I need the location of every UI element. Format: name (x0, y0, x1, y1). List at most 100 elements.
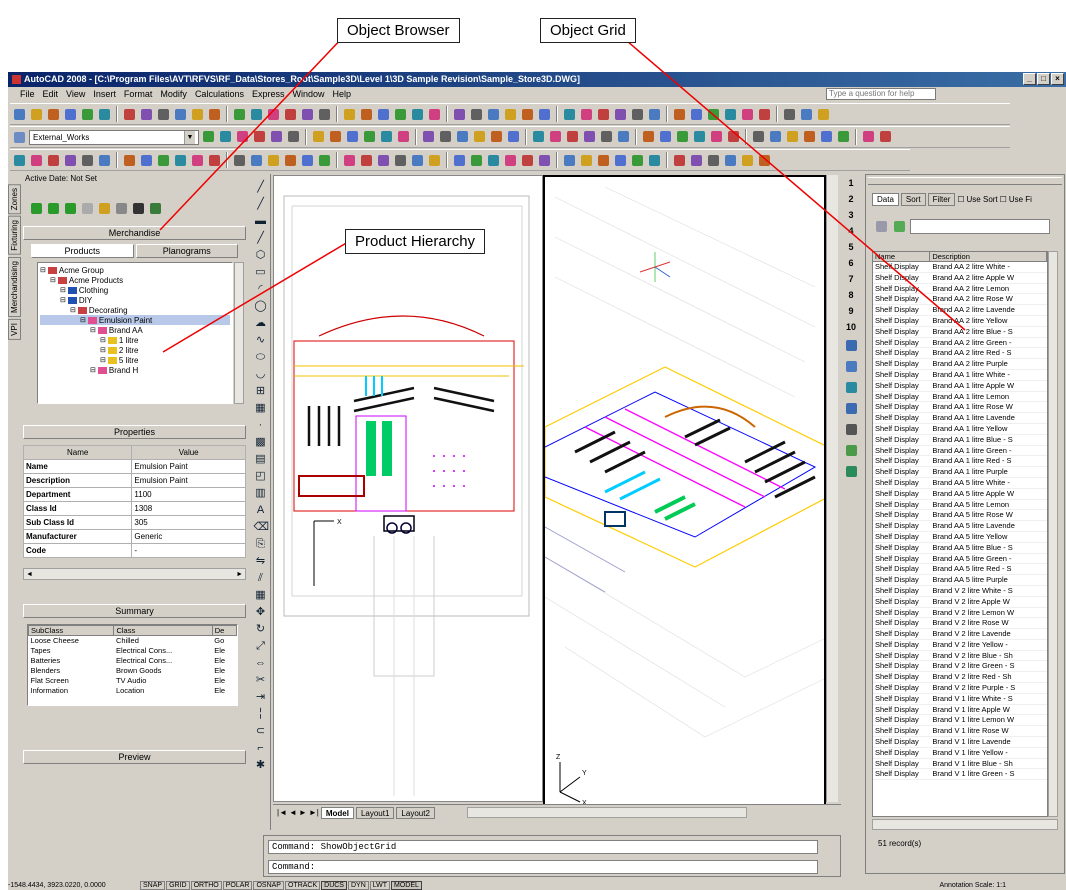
light-icon[interactable] (844, 464, 859, 479)
hatch-icon[interactable]: · (254, 418, 268, 432)
grid-row[interactable]: Shelf Display Brand AA 1 litre Lemon (873, 392, 1047, 403)
standard-tool-icon[interactable] (672, 107, 687, 122)
retail-tool-icon[interactable] (596, 153, 611, 168)
view-button-3[interactable]: 3 (848, 210, 853, 220)
retail-tool-icon[interactable] (579, 153, 594, 168)
layer-tool-icon[interactable] (489, 129, 504, 144)
retail-tool-icon[interactable] (757, 153, 772, 168)
menu-express[interactable]: Express (252, 89, 285, 99)
standard-tool-icon[interactable] (232, 107, 247, 122)
grid-col-name[interactable]: Name (873, 252, 931, 261)
retail-tool-icon[interactable] (376, 153, 391, 168)
layer-tool-icon[interactable] (311, 129, 326, 144)
use-sort-checkbox[interactable]: ☐ (957, 195, 964, 204)
scale-icon[interactable]: ↻ (254, 622, 268, 636)
revcloud-icon[interactable]: ◯ (254, 299, 268, 313)
pointer-icon[interactable] (874, 219, 889, 234)
tab-filter[interactable]: Filter (927, 193, 956, 206)
view-button-4[interactable]: 4 (848, 226, 853, 236)
tree-node[interactable]: ⊟ 1 litre (40, 335, 230, 345)
retail-tool-icon[interactable] (207, 153, 222, 168)
layer-tool-icon[interactable] (616, 129, 631, 144)
standard-tool-icon[interactable] (97, 107, 112, 122)
retail-tool-icon[interactable] (63, 153, 78, 168)
retail-tool-icon[interactable] (537, 153, 552, 168)
retail-tool-icon[interactable] (723, 153, 738, 168)
summary-row[interactable]: Tapes Electrical Cons... Ele (29, 646, 237, 656)
view-button-10[interactable]: 10 (846, 322, 856, 332)
grid-row[interactable]: Shelf Display Brand AA 1 litre Yellow (873, 424, 1047, 435)
grid-row[interactable]: Shelf Display Brand AA 2 litre Purple (873, 359, 1047, 370)
save-view-icon[interactable] (844, 338, 859, 353)
retail-tool-icon[interactable] (190, 153, 205, 168)
grid-row[interactable]: Shelf Display Brand V 2 litre Green - S (873, 661, 1047, 673)
tree-node[interactable]: ⊟ Emulsion Paint (40, 315, 230, 325)
tab-data[interactable]: Data (872, 193, 899, 206)
layer-tool-icon[interactable] (785, 129, 800, 144)
grid-row[interactable]: Shelf Display Brand V 2 litre Blue - Sh (873, 651, 1047, 662)
layer-tool-icon[interactable] (269, 129, 284, 144)
retail-tool-icon[interactable] (393, 153, 408, 168)
standard-tool-icon[interactable] (266, 107, 281, 122)
grid-row[interactable]: Shelf Display Brand V 2 litre Purple - S (873, 683, 1047, 694)
tree-node[interactable]: ⊟ Acme Products (40, 275, 230, 285)
standard-tool-icon[interactable] (689, 107, 704, 122)
menu-help[interactable]: Help (333, 89, 352, 99)
table-icon[interactable] (148, 201, 163, 216)
grid-row[interactable]: Shelf Display Brand AA 1 litre Apple W (873, 381, 1047, 392)
standard-tool-icon[interactable] (706, 107, 721, 122)
refresh-icon[interactable] (892, 219, 907, 234)
layer-tool-icon[interactable] (235, 129, 250, 144)
layer-tool-icon[interactable] (802, 129, 817, 144)
expand-icon[interactable]: ⊟ (80, 316, 86, 324)
tree-node[interactable]: ⊟ DIY (40, 295, 230, 305)
tree-scrollbar[interactable] (234, 262, 244, 404)
grid-row[interactable]: Shelf Display Brand AA 2 litre Red - S (873, 348, 1047, 360)
view-button-9[interactable]: 9 (848, 306, 853, 316)
standard-tool-icon[interactable] (122, 107, 137, 122)
layer-tool-icon[interactable] (396, 129, 411, 144)
rectangle-icon[interactable]: ⬡ (254, 248, 268, 262)
find-icon[interactable] (131, 201, 146, 216)
make-block-icon[interactable]: ⊞ (254, 384, 268, 398)
info-icon[interactable] (114, 201, 129, 216)
ellipse-icon[interactable]: ∿ (254, 333, 268, 347)
grid-row[interactable]: Shelf Display Brand AA 1 litre White - (873, 370, 1047, 381)
move-icon[interactable]: ▦ (254, 588, 268, 602)
standard-tool-icon[interactable] (46, 107, 61, 122)
retail-tool-icon[interactable] (503, 153, 518, 168)
table-icon[interactable]: ◰ (254, 469, 268, 483)
view-button-1[interactable]: 1 (848, 178, 853, 188)
standard-tool-icon[interactable] (740, 107, 755, 122)
layer-tool-icon[interactable] (751, 129, 766, 144)
layer-tool-icon[interactable] (726, 129, 741, 144)
expand-icon[interactable]: ⊟ (60, 286, 66, 294)
standard-tool-icon[interactable] (207, 107, 222, 122)
standard-tool-icon[interactable] (782, 107, 797, 122)
menu-view[interactable]: View (66, 89, 85, 99)
layer-tool-icon[interactable] (565, 129, 580, 144)
pan-icon[interactable] (844, 359, 859, 374)
walk-icon[interactable] (844, 401, 859, 416)
close-button[interactable]: × (1051, 73, 1064, 85)
summary-row[interactable]: Blenders Brown Goods Ele (29, 666, 237, 676)
edit-icon[interactable] (97, 201, 112, 216)
grid-row[interactable]: Shelf Display Brand AA 5 litre Purple (873, 575, 1047, 586)
view-button-7[interactable]: 7 (848, 274, 853, 284)
retail-tool-icon[interactable] (122, 153, 137, 168)
property-value[interactable]: - (131, 543, 246, 558)
viewport-scrollbar[interactable] (826, 175, 838, 802)
grid-row[interactable]: Shelf Display Brand AA 2 litre Lemon (873, 284, 1047, 295)
offset-icon[interactable]: ⇋ (254, 554, 268, 568)
layer-tool-icon[interactable] (201, 129, 216, 144)
standard-tool-icon[interactable] (427, 107, 442, 122)
retail-tool-icon[interactable] (740, 153, 755, 168)
grid-filter-input[interactable] (910, 219, 1050, 234)
grid-row[interactable]: Shelf Display Brand V 2 litre White - S (873, 586, 1047, 597)
standard-tool-icon[interactable] (537, 107, 552, 122)
expand-icon[interactable]: ⊟ (100, 346, 106, 354)
add-child-icon[interactable] (46, 201, 61, 216)
grid-row[interactable]: Shelf Display Brand AA 2 litre Blue - S (873, 327, 1047, 338)
tab-nav-last[interactable]: ►| (309, 808, 319, 817)
grid-row[interactable]: Shelf Display Brand V 2 litre Red - Sh (873, 672, 1047, 684)
